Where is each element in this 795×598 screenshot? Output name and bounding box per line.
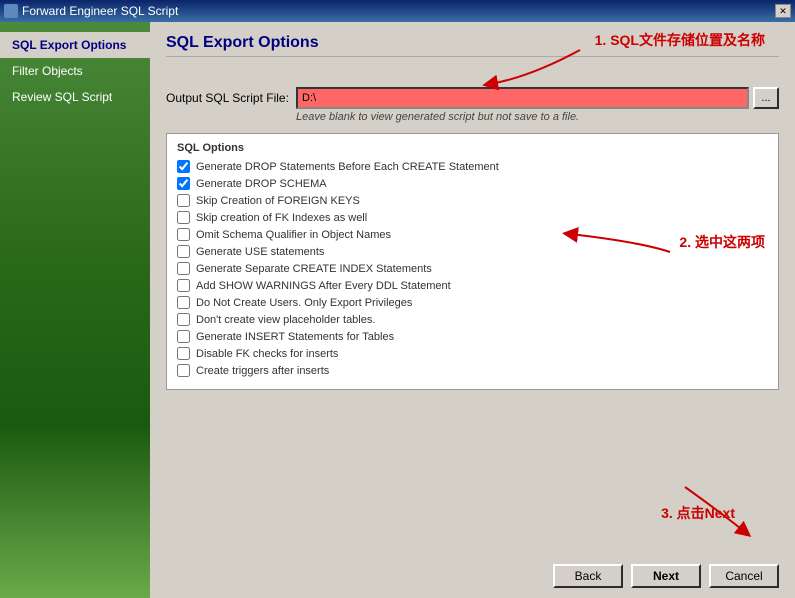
checkbox-row-11: Generate INSERT Statements for Tables xyxy=(177,330,768,343)
checkbox-label-3[interactable]: Skip Creation of FOREIGN KEYS xyxy=(196,195,360,207)
cancel-button[interactable]: Cancel xyxy=(709,564,779,588)
checkbox-row-5: Omit Schema Qualifier in Object Names xyxy=(177,228,768,241)
checkbox-label-5[interactable]: Omit Schema Qualifier in Object Names xyxy=(196,229,391,241)
bottom-bar: Back Next Cancel xyxy=(553,564,779,588)
sidebar: SQL Export Options Filter Objects Review… xyxy=(0,22,150,598)
checkbox-label-4[interactable]: Skip creation of FK Indexes as well xyxy=(196,212,367,224)
checkbox-1[interactable] xyxy=(177,160,190,173)
checkbox-7[interactable] xyxy=(177,262,190,275)
sidebar-item-sql-export[interactable]: SQL Export Options xyxy=(0,32,150,58)
checkbox-12[interactable] xyxy=(177,347,190,360)
checkbox-9[interactable] xyxy=(177,296,190,309)
checkbox-5[interactable] xyxy=(177,228,190,241)
checkbox-10[interactable] xyxy=(177,313,190,326)
checkbox-row-2: Generate DROP SCHEMA xyxy=(177,177,768,190)
file-row: Output SQL Script File: ... xyxy=(166,87,779,109)
checkbox-label-7[interactable]: Generate Separate CREATE INDEX Statement… xyxy=(196,263,432,275)
checkbox-8[interactable] xyxy=(177,279,190,292)
app-icon xyxy=(4,4,18,18)
checkbox-label-8[interactable]: Add SHOW WARNINGS After Every DDL Statem… xyxy=(196,280,451,292)
checkbox-11[interactable] xyxy=(177,330,190,343)
window-title: Forward Engineer SQL Script xyxy=(22,4,178,18)
checkbox-2[interactable] xyxy=(177,177,190,190)
checkbox-row-13: Create triggers after inserts xyxy=(177,364,768,377)
sql-options-box: SQL Options Generate DROP Statements Bef… xyxy=(166,133,779,390)
checkbox-label-12[interactable]: Disable FK checks for inserts xyxy=(196,348,338,360)
title-bar: Forward Engineer SQL Script ✕ xyxy=(0,0,795,22)
sidebar-item-review-sql[interactable]: Review SQL Script xyxy=(0,84,150,110)
title-bar-title: Forward Engineer SQL Script xyxy=(4,4,178,18)
checkbox-label-9[interactable]: Do Not Create Users. Only Export Privile… xyxy=(196,297,412,309)
content-title: SQL Export Options xyxy=(166,34,779,57)
checkbox-13[interactable] xyxy=(177,364,190,377)
checkbox-3[interactable] xyxy=(177,194,190,207)
file-input-wrapper: ... xyxy=(296,87,779,109)
checkbox-label-13[interactable]: Create triggers after inserts xyxy=(196,365,329,377)
checkbox-6[interactable] xyxy=(177,245,190,258)
checkbox-label-11[interactable]: Generate INSERT Statements for Tables xyxy=(196,331,394,343)
checkbox-row-10: Don't create view placeholder tables. xyxy=(177,313,768,326)
browse-button[interactable]: ... xyxy=(753,87,779,109)
annotation-3: 3. 点击Next xyxy=(661,503,735,523)
checkbox-row-1: Generate DROP Statements Before Each CRE… xyxy=(177,160,768,173)
checkbox-row-4: Skip creation of FK Indexes as well xyxy=(177,211,768,224)
close-button[interactable]: ✕ xyxy=(775,4,791,18)
checkbox-label-6[interactable]: Generate USE statements xyxy=(196,246,324,258)
main-container: SQL Export Options Filter Objects Review… xyxy=(0,22,795,598)
checkbox-row-3: Skip Creation of FOREIGN KEYS xyxy=(177,194,768,207)
checkbox-label-10[interactable]: Don't create view placeholder tables. xyxy=(196,314,375,326)
checkbox-label-1[interactable]: Generate DROP Statements Before Each CRE… xyxy=(196,161,499,173)
checkbox-4[interactable] xyxy=(177,211,190,224)
title-bar-buttons: ✕ xyxy=(775,4,791,18)
checkbox-row-6: Generate USE statements xyxy=(177,245,768,258)
next-button[interactable]: Next xyxy=(631,564,701,588)
sql-options-title: SQL Options xyxy=(177,142,768,154)
back-button[interactable]: Back xyxy=(553,564,623,588)
checkbox-row-9: Do Not Create Users. Only Export Privile… xyxy=(177,296,768,309)
checkbox-label-2[interactable]: Generate DROP SCHEMA xyxy=(196,178,327,190)
content-area: SQL Export Options 1. SQL文件存储位置及名称 Outpu… xyxy=(150,22,795,598)
hint-text: Leave blank to view generated script but… xyxy=(296,111,779,123)
checkbox-row-8: Add SHOW WARNINGS After Every DDL Statem… xyxy=(177,279,768,292)
file-label: Output SQL Script File: xyxy=(166,91,296,105)
file-path-input[interactable] xyxy=(296,87,749,109)
checkbox-row-7: Generate Separate CREATE INDEX Statement… xyxy=(177,262,768,275)
checkbox-row-12: Disable FK checks for inserts xyxy=(177,347,768,360)
sidebar-item-filter-objects[interactable]: Filter Objects xyxy=(0,58,150,84)
